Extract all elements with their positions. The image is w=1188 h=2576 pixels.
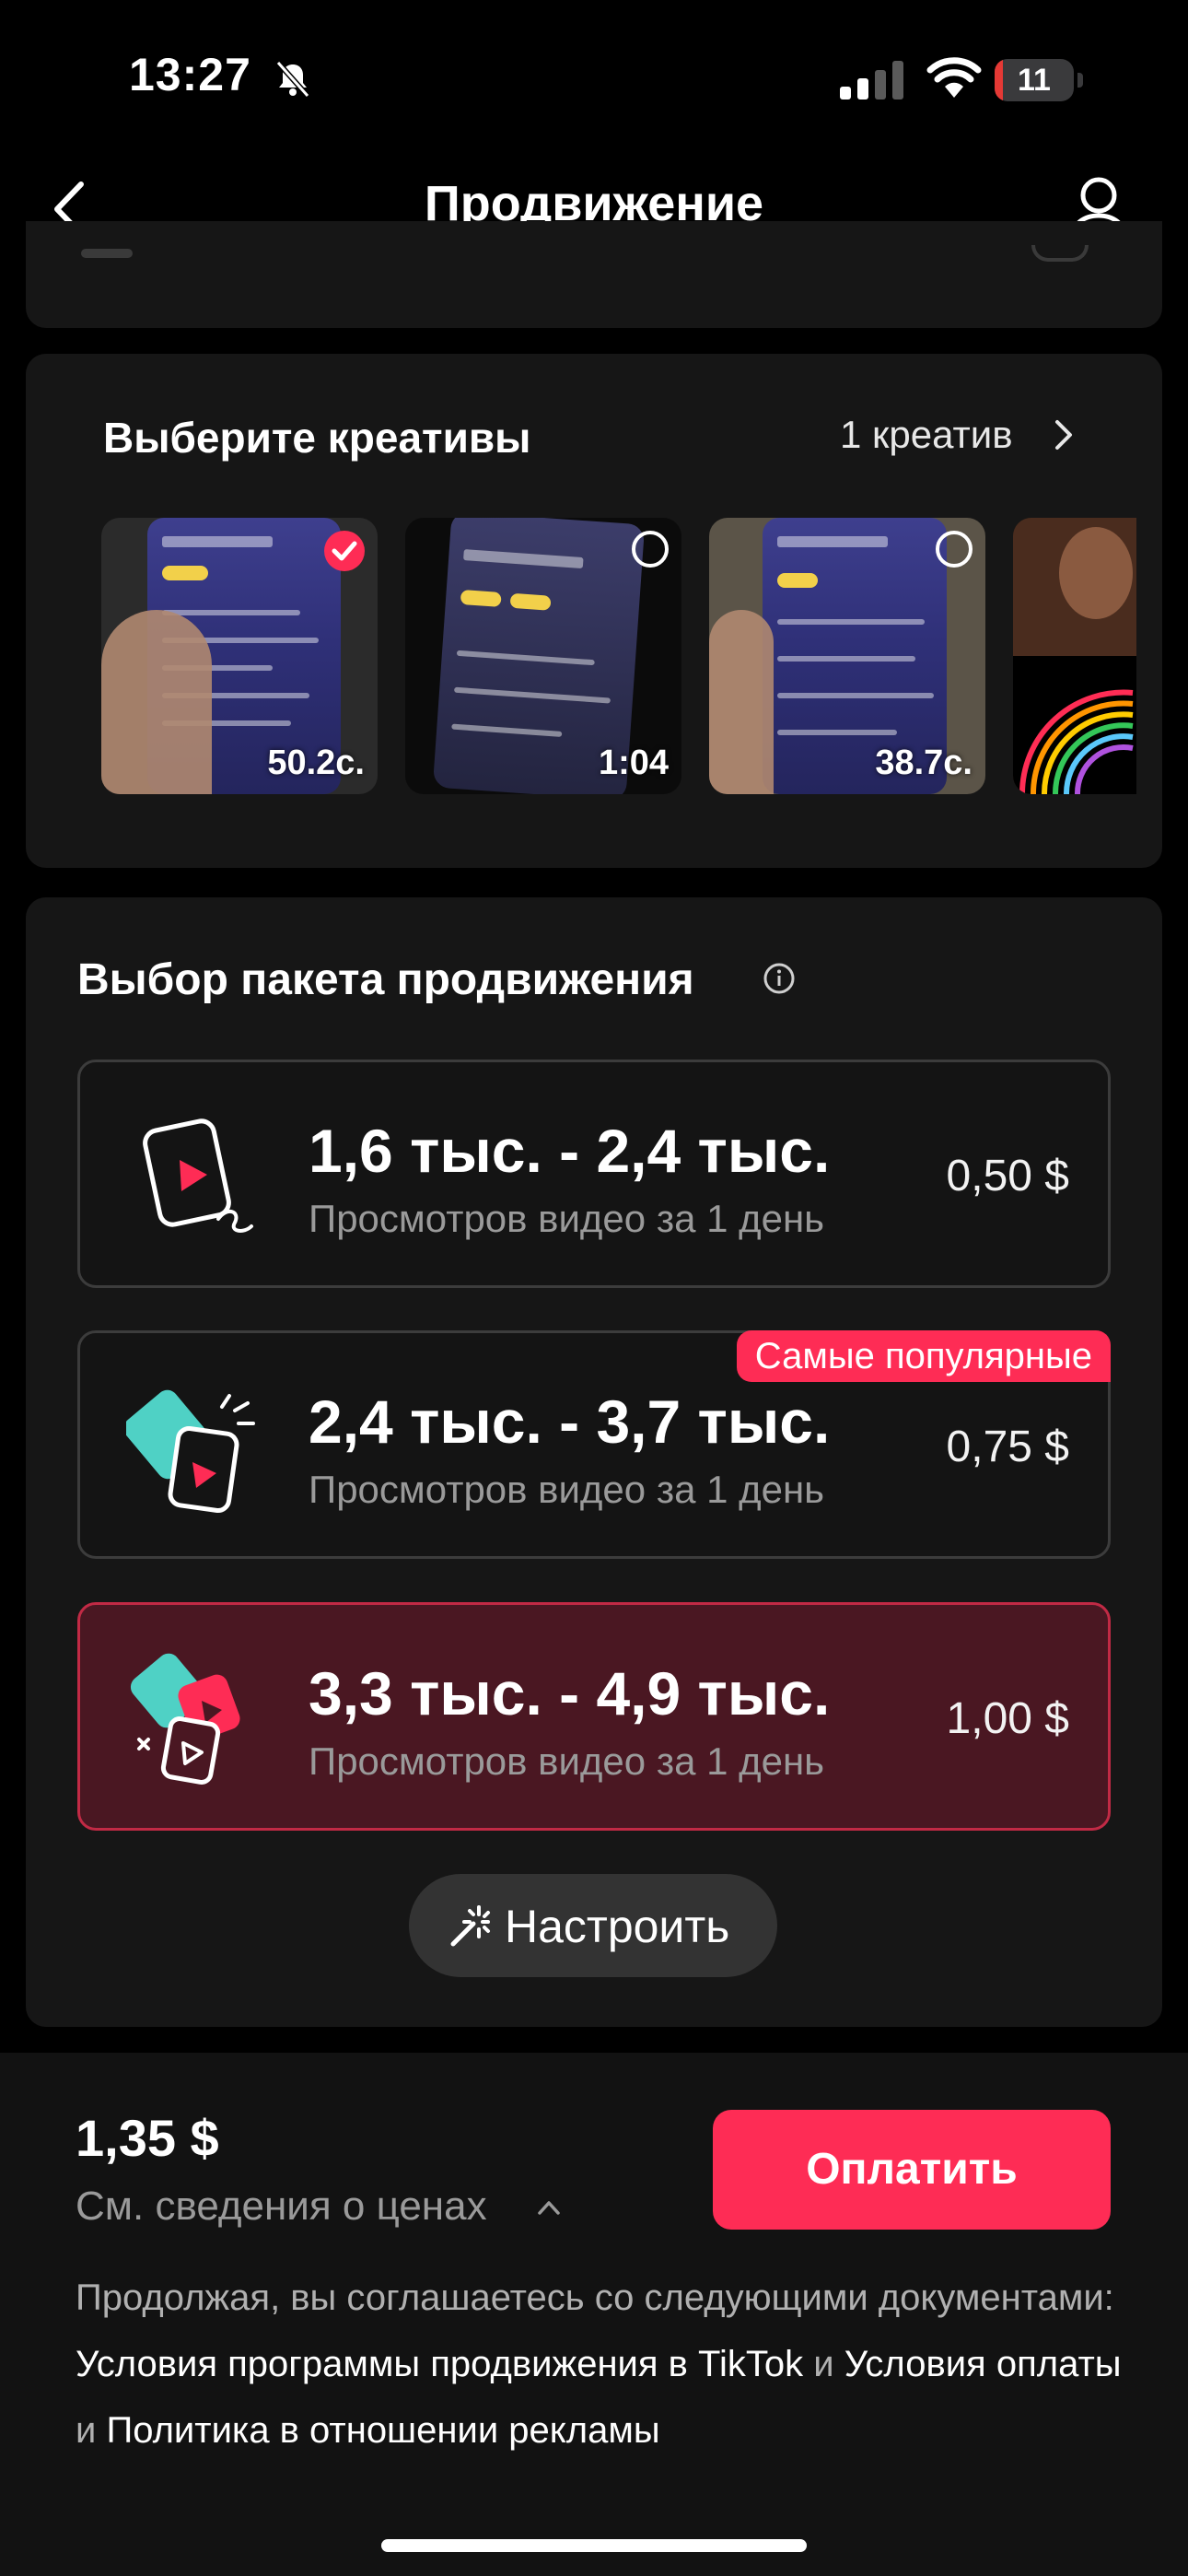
creative-thumbnail[interactable]: 38.7с. (709, 518, 985, 794)
creatives-title: Выберите креативы (103, 414, 531, 462)
package-price: 0,50 $ (946, 1152, 1069, 1200)
unselected-circle-icon[interactable] (936, 531, 973, 568)
package-subtitle: Просмотров видео за 1 день (309, 1468, 825, 1511)
creative-duration: 1:04 (598, 744, 669, 782)
legal-text: Продолжая, вы соглашаетесь со следующими… (76, 2265, 1125, 2464)
bell-slash-icon (275, 61, 310, 98)
creative-duration: 38.7с. (875, 744, 973, 782)
toggle-fragment (81, 249, 133, 258)
wifi-icon (926, 57, 982, 98)
package-option[interactable]: 2,4 тыс. - 3,7 тыс. Просмотров видео за … (77, 1330, 1111, 1559)
battery-level: 11 (1018, 63, 1051, 98)
total-price: 1,35 $ (76, 2109, 219, 2167)
previous-section-card (26, 221, 1162, 328)
package-subtitle: Просмотров видео за 1 день (309, 1739, 825, 1783)
package-option-selected[interactable]: 3,3 тыс. - 4,9 тыс. Просмотров видео за … (77, 1602, 1111, 1831)
payment-terms-link[interactable]: Условия оплаты (844, 2344, 1122, 2384)
unselected-circle-icon[interactable] (632, 531, 669, 568)
promotion-terms-link[interactable]: Условия программы продвижения в TikTok (76, 2344, 803, 2384)
thumbnail-image (1013, 518, 1136, 794)
ad-policy-link[interactable]: Политика в отношении рекламы (106, 2410, 659, 2451)
creative-thumbnail[interactable]: 1:04 (405, 518, 681, 794)
pay-button[interactable]: Оплатить (713, 2110, 1111, 2230)
chevron-up-icon[interactable] (536, 2195, 562, 2220)
video-cards-stack-icon (130, 1653, 240, 1785)
video-card-icon (143, 1118, 253, 1233)
legal-conjunction: и (76, 2410, 107, 2451)
circle-fragment (1031, 245, 1089, 262)
customize-button[interactable]: Настроить (409, 1874, 777, 1977)
package-range: 2,4 тыс. - 3,7 тыс. (309, 1388, 831, 1456)
package-title: Выбор пакета продвижения (77, 955, 694, 1004)
creative-duration: 50.2с. (267, 744, 365, 782)
package-range: 3,3 тыс. - 4,9 тыс. (309, 1659, 831, 1727)
video-cards-icon (126, 1389, 255, 1513)
legal-prefix: Продолжая, вы соглашаетесь со следующими… (76, 2277, 1114, 2318)
status-time: 13:27 (129, 49, 251, 100)
selected-check-icon (324, 531, 365, 571)
info-icon[interactable] (763, 962, 796, 995)
package-price: 0,75 $ (946, 1423, 1069, 1471)
cellular-signal-icon (840, 61, 903, 100)
price-details-link[interactable]: См. сведения о ценах (76, 2184, 487, 2230)
package-option[interactable]: 1,6 тыс. - 2,4 тыс. Просмотров видео за … (77, 1060, 1111, 1288)
popular-badge: Самые популярные (736, 1330, 1111, 1382)
package-range: 1,6 тыс. - 2,4 тыс. (309, 1117, 831, 1185)
home-indicator (381, 2539, 807, 2552)
magic-wand-icon (450, 1905, 490, 1947)
legal-conjunction: и (803, 2344, 844, 2384)
chevron-right-icon[interactable] (1050, 416, 1077, 453)
creatives-count-link[interactable]: 1 креатив (840, 413, 1013, 457)
creative-thumbnail[interactable]: 50.2с. (101, 518, 378, 794)
customize-label: Настроить (505, 1901, 730, 1952)
battery-icon: 11 (995, 59, 1085, 101)
creative-thumbnail[interactable] (1013, 518, 1136, 794)
package-price: 1,00 $ (946, 1694, 1069, 1743)
package-subtitle: Просмотров видео за 1 день (309, 1197, 825, 1240)
